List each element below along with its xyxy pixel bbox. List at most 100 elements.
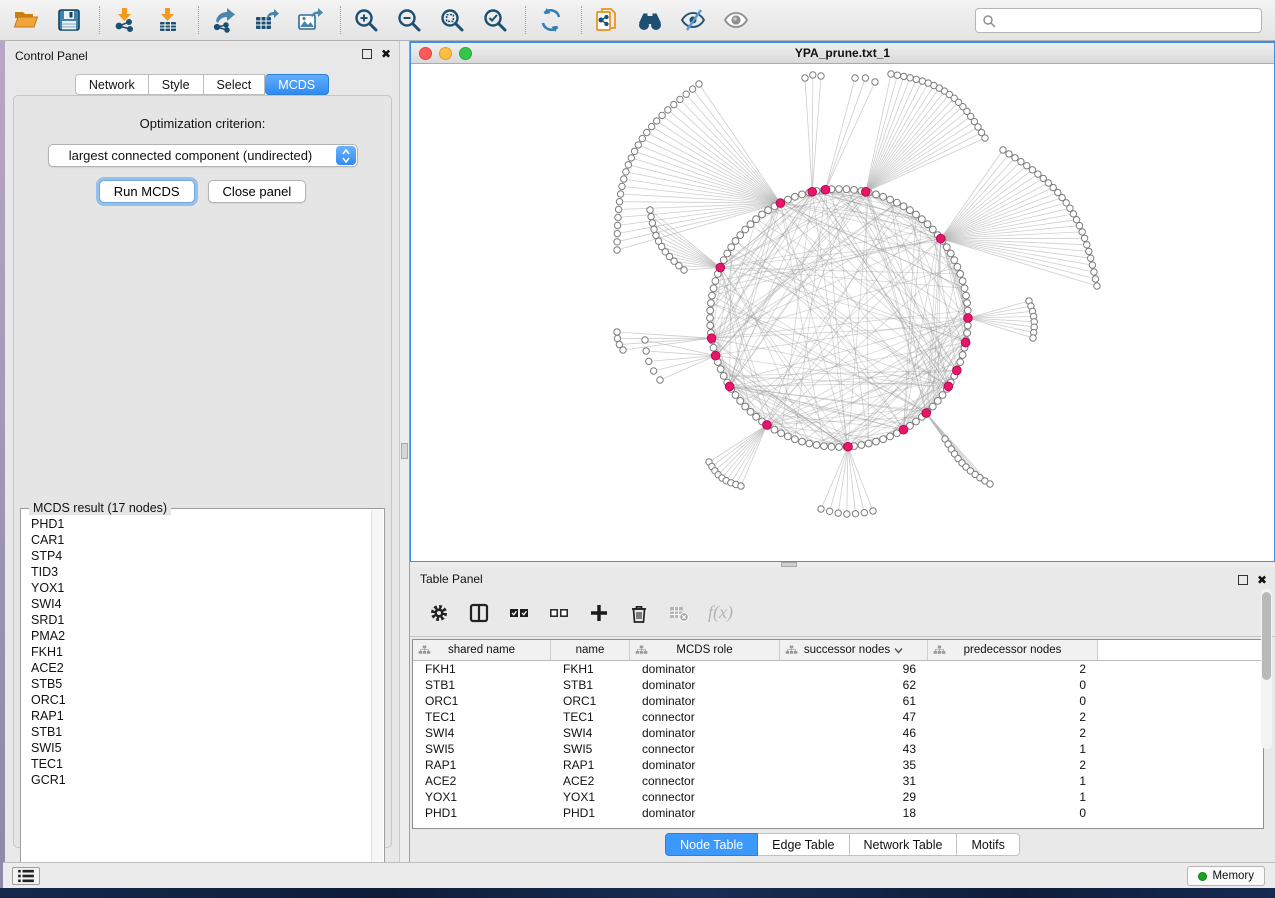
table-cell[interactable]: connector xyxy=(630,709,780,725)
close-panel-button[interactable]: Close panel xyxy=(208,180,307,203)
mcds-result-item[interactable]: FKH1 xyxy=(31,644,374,660)
splitter-handle[interactable] xyxy=(401,443,408,459)
table-row[interactable]: STB1STB1dominator620 xyxy=(413,677,1263,693)
column-header-mcds-role[interactable]: MCDS role xyxy=(630,640,780,660)
table-cell[interactable]: 0 xyxy=(928,805,1098,821)
table-cell[interactable]: ACE2 xyxy=(413,773,551,789)
table-cell[interactable]: 1 xyxy=(928,773,1098,789)
table-cell[interactable]: YOX1 xyxy=(551,789,630,805)
table-cell[interactable]: dominator xyxy=(630,661,780,677)
table-cell[interactable]: dominator xyxy=(630,725,780,741)
table-cell[interactable]: ACE2 xyxy=(551,773,630,789)
mcds-result-item[interactable]: SRD1 xyxy=(31,612,374,628)
mcds-result-item[interactable]: STB5 xyxy=(31,676,374,692)
tab-network-table[interactable]: Network Table xyxy=(850,833,958,856)
mcds-result-item[interactable]: RAP1 xyxy=(31,708,374,724)
mcds-result-item[interactable]: STP4 xyxy=(31,548,374,564)
table-cell[interactable]: RAP1 xyxy=(413,757,551,773)
table-cell[interactable]: connector xyxy=(630,773,780,789)
table-cell[interactable]: STB1 xyxy=(413,677,551,693)
refresh-icon[interactable] xyxy=(535,5,567,35)
table-cell[interactable]: SWI4 xyxy=(551,725,630,741)
table-cell[interactable]: 2 xyxy=(928,661,1098,677)
run-mcds-button[interactable]: Run MCDS xyxy=(99,180,195,203)
table-row[interactable]: PHD1PHD1dominator180 xyxy=(413,805,1263,821)
table-cell[interactable]: ORC1 xyxy=(413,693,551,709)
table-cell[interactable]: dominator xyxy=(630,805,780,821)
float-panel-icon[interactable] xyxy=(1238,575,1248,585)
table-cell[interactable]: 35 xyxy=(780,757,928,773)
column-header-name[interactable]: name xyxy=(551,640,630,660)
table-cell[interactable]: dominator xyxy=(630,757,780,773)
mcds-result-item[interactable]: ACE2 xyxy=(31,660,374,676)
task-history-button[interactable] xyxy=(12,867,40,885)
table-cell[interactable]: 46 xyxy=(780,725,928,741)
mcds-result-item[interactable]: CAR1 xyxy=(31,532,374,548)
table-cell[interactable]: 62 xyxy=(780,677,928,693)
mcds-result-item[interactable]: SWI5 xyxy=(31,740,374,756)
network-canvas[interactable] xyxy=(411,64,1274,561)
table-cell[interactable]: ORC1 xyxy=(551,693,630,709)
delete-columns-icon[interactable] xyxy=(628,602,650,624)
table-cell[interactable]: dominator xyxy=(630,677,780,693)
import-network-icon[interactable] xyxy=(109,5,141,35)
mcds-result-item[interactable]: PHD1 xyxy=(31,516,374,532)
close-panel-icon[interactable]: ✖ xyxy=(381,49,391,59)
window-zoom-icon[interactable] xyxy=(459,47,472,60)
select-all-icon[interactable] xyxy=(508,602,530,624)
table-cell[interactable]: 18 xyxy=(780,805,928,821)
create-column-icon[interactable] xyxy=(588,602,610,624)
table-cell[interactable]: YOX1 xyxy=(413,789,551,805)
table-cell[interactable]: 31 xyxy=(780,773,928,789)
mcds-list-scrollbar[interactable] xyxy=(371,510,383,877)
zoom-in-icon[interactable] xyxy=(350,5,382,35)
table-scrollbar-thumb[interactable] xyxy=(1262,592,1271,680)
show-columns-icon[interactable] xyxy=(468,602,490,624)
table-cell[interactable]: PHD1 xyxy=(413,805,551,821)
mcds-result-item[interactable]: GCR1 xyxy=(31,772,374,788)
table-row[interactable]: FKH1FKH1dominator962 xyxy=(413,661,1263,677)
export-table-icon[interactable] xyxy=(251,5,283,35)
table-row[interactable]: SWI5SWI5connector431 xyxy=(413,741,1263,757)
table-cell[interactable]: TEC1 xyxy=(551,709,630,725)
table-row[interactable]: TEC1TEC1connector472 xyxy=(413,709,1263,725)
mcds-result-item[interactable]: STB1 xyxy=(31,724,374,740)
open-file-icon[interactable] xyxy=(10,5,42,35)
mcds-result-item[interactable]: SWI4 xyxy=(31,596,374,612)
table-cell[interactable]: connector xyxy=(630,789,780,805)
table-cell[interactable]: 96 xyxy=(780,661,928,677)
mcds-result-item[interactable]: ORC1 xyxy=(31,692,374,708)
column-header-shared-name[interactable]: shared name xyxy=(413,640,551,660)
table-cell[interactable]: TEC1 xyxy=(413,709,551,725)
show-all-icon[interactable] xyxy=(720,5,752,35)
table-cell[interactable]: 0 xyxy=(928,677,1098,693)
window-minimize-icon[interactable] xyxy=(439,47,452,60)
tab-mcds[interactable]: MCDS xyxy=(265,74,329,95)
network-graph[interactable] xyxy=(411,64,1274,561)
memory-button[interactable]: Memory xyxy=(1187,866,1265,886)
table-row[interactable]: ORC1ORC1dominator610 xyxy=(413,693,1263,709)
mcds-result-item[interactable]: TID3 xyxy=(31,564,374,580)
tab-motifs[interactable]: Motifs xyxy=(957,833,1019,856)
zoom-out-icon[interactable] xyxy=(393,5,425,35)
close-panel-icon[interactable]: ✖ xyxy=(1257,575,1267,585)
table-cell[interactable]: 29 xyxy=(780,789,928,805)
table-cell[interactable]: STB1 xyxy=(551,677,630,693)
table-cell[interactable]: 2 xyxy=(928,725,1098,741)
table-cell[interactable]: 0 xyxy=(928,693,1098,709)
table-cell[interactable]: 61 xyxy=(780,693,928,709)
window-close-icon[interactable] xyxy=(419,47,432,60)
new-network-from-selection-icon[interactable] xyxy=(591,5,623,35)
mcds-result-item[interactable]: YOX1 xyxy=(31,580,374,596)
float-panel-icon[interactable] xyxy=(362,49,372,59)
tab-network[interactable]: Network xyxy=(75,74,149,95)
table-cell[interactable]: 1 xyxy=(928,789,1098,805)
search-input[interactable] xyxy=(1000,14,1255,28)
tab-style[interactable]: Style xyxy=(149,74,204,95)
table-cell[interactable]: connector xyxy=(630,741,780,757)
tab-edge-table[interactable]: Edge Table xyxy=(758,833,849,856)
vertical-splitter[interactable] xyxy=(400,41,410,862)
table-cell[interactable]: SWI5 xyxy=(413,741,551,757)
table-cell[interactable]: 1 xyxy=(928,741,1098,757)
table-cell[interactable]: 2 xyxy=(928,709,1098,725)
